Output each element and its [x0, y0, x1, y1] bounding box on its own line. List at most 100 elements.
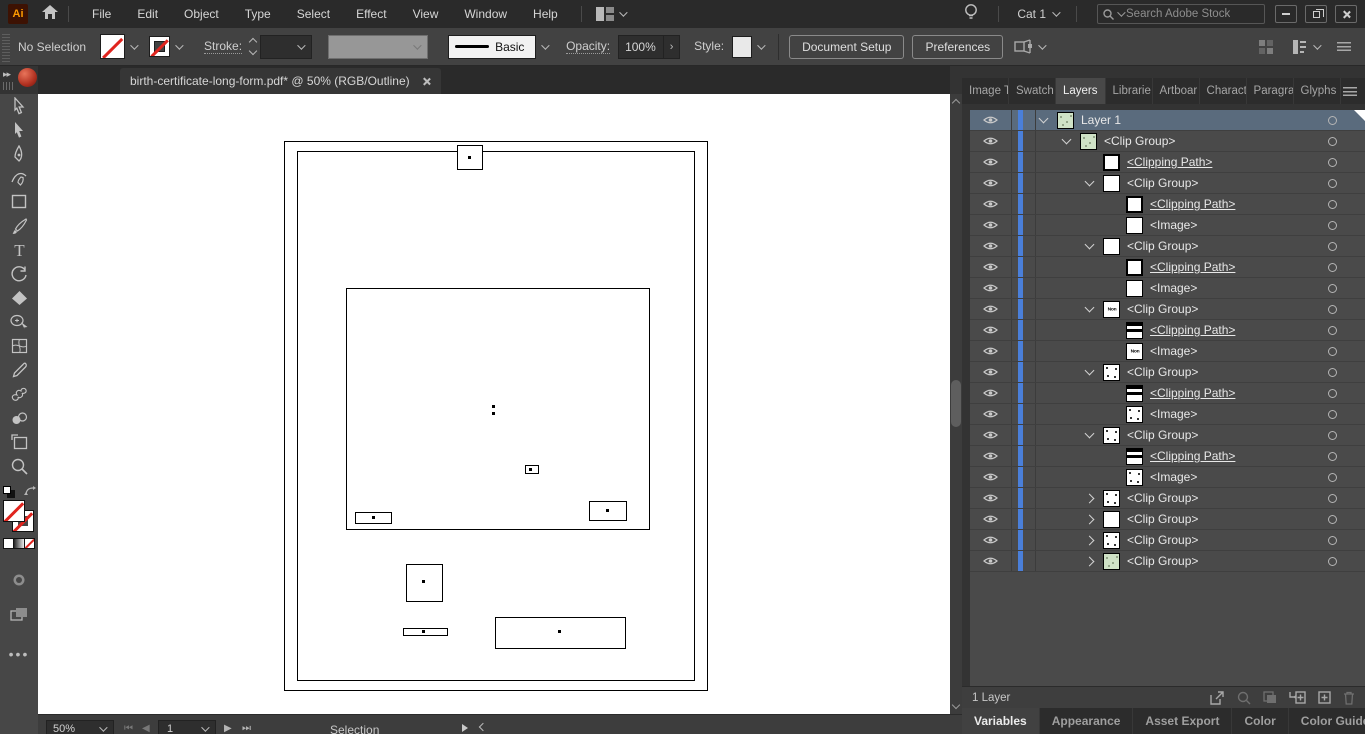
visibility-toggle[interactable]: [970, 236, 1012, 256]
visibility-toggle[interactable]: [970, 341, 1012, 361]
layer-thumbnail[interactable]: [1103, 553, 1120, 570]
layer-row[interactable]: Non <Image>: [970, 341, 1365, 362]
visibility-toggle[interactable]: [970, 299, 1012, 319]
layer-thumbnail[interactable]: [1126, 406, 1143, 423]
layer-row[interactable]: <Clip Group>: [970, 530, 1365, 551]
visibility-toggle[interactable]: [970, 110, 1012, 130]
target-indicator[interactable]: [1328, 557, 1337, 566]
layer-label[interactable]: <Clip Group>: [1127, 512, 1198, 526]
target-indicator[interactable]: [1328, 515, 1337, 524]
previous-artboard-icon[interactable]: ◀: [142, 723, 150, 734]
collapse-chevron-icon[interactable]: [1085, 303, 1095, 313]
layer-thumbnail[interactable]: [1126, 259, 1143, 276]
artwork-rectangle[interactable]: [406, 564, 443, 602]
graphic-style-preview[interactable]: [732, 36, 752, 58]
drawing-modes-icon[interactable]: [5, 568, 33, 592]
layer-thumbnail[interactable]: [1126, 448, 1143, 465]
layer-label[interactable]: <Clip Group>: [1127, 533, 1198, 547]
zoom-level-dropdown[interactable]: 50%: [46, 720, 114, 734]
panel-tab-glyphs[interactable]: Glyphs: [1294, 78, 1341, 104]
layer-label[interactable]: <Clip Group>: [1127, 428, 1198, 442]
panel-grip[interactable]: [3, 82, 15, 90]
layer-thumbnail[interactable]: [1126, 196, 1143, 213]
collapse-chevron-icon[interactable]: [1085, 177, 1095, 187]
panel-tab-charact[interactable]: Charact: [1200, 78, 1247, 104]
stroke-color-dropdown[interactable]: [170, 34, 186, 59]
target-indicator[interactable]: [1328, 137, 1337, 146]
target-indicator[interactable]: [1328, 347, 1337, 356]
collect-for-export-icon[interactable]: [1210, 691, 1225, 705]
eraser-tool[interactable]: [5, 286, 33, 310]
layer-label[interactable]: <Image>: [1150, 407, 1197, 421]
layer-row[interactable]: <Clip Group>: [970, 551, 1365, 572]
layer-label[interactable]: <Image>: [1150, 218, 1197, 232]
layer-label[interactable]: <Clipping Path>: [1150, 197, 1235, 211]
target-indicator[interactable]: [1328, 452, 1337, 461]
stroke-weight-label[interactable]: Stroke:: [204, 39, 242, 54]
layer-row[interactable]: <Clipping Path>: [970, 383, 1365, 404]
artwork-rectangle[interactable]: [403, 628, 448, 636]
discover-lightbulb-icon[interactable]: [964, 3, 978, 26]
stroke-color-swatch[interactable]: [149, 36, 170, 57]
artwork-rectangle[interactable]: [495, 617, 626, 649]
target-indicator[interactable]: [1328, 242, 1337, 251]
layer-thumbnail[interactable]: [1126, 469, 1143, 486]
panel-menu-icon[interactable]: [1343, 87, 1357, 96]
fill-color-swatch[interactable]: [100, 34, 125, 59]
artwork-anchor-dot[interactable]: [372, 516, 375, 519]
artwork-anchor-dot[interactable]: [468, 156, 471, 159]
document-setup-button[interactable]: Document Setup: [789, 35, 904, 59]
swap-fill-stroke-icon[interactable]: [24, 486, 36, 500]
visibility-toggle[interactable]: [970, 488, 1012, 508]
layer-thumbnail[interactable]: Non: [1126, 343, 1143, 360]
layer-label[interactable]: <Clip Group>: [1127, 302, 1198, 316]
layer-row[interactable]: <Clip Group>: [970, 425, 1365, 446]
layer-thumbnail[interactable]: [1126, 280, 1143, 297]
collapse-chevron-icon[interactable]: [1085, 429, 1095, 439]
layer-row[interactable]: <Image>: [970, 404, 1365, 425]
panel-tab-appearance[interactable]: Appearance: [1040, 708, 1134, 734]
layer-label[interactable]: <Clipping Path>: [1150, 449, 1235, 463]
panel-tab-paragra[interactable]: Paragra: [1247, 78, 1294, 104]
panel-tab-layers[interactable]: Layers: [1056, 78, 1106, 104]
visibility-toggle[interactable]: [970, 257, 1012, 277]
fill-swatch[interactable]: [3, 500, 25, 522]
artwork-anchor-dot[interactable]: [492, 405, 495, 408]
layer-label[interactable]: <Clip Group>: [1127, 365, 1198, 379]
layer-row[interactable]: <Clipping Path>: [970, 320, 1365, 341]
stroke-weight-dropdown[interactable]: [260, 35, 312, 59]
close-document-icon[interactable]: [422, 77, 431, 86]
layer-label[interactable]: <Image>: [1150, 344, 1197, 358]
default-fill-stroke-icon[interactable]: [3, 486, 15, 498]
scroll-up-icon[interactable]: [952, 99, 960, 107]
artboard-tool[interactable]: [5, 430, 33, 454]
panel-tab-asset-export[interactable]: Asset Export: [1133, 708, 1232, 734]
direct-selection-tool[interactable]: [5, 118, 33, 142]
layer-thumbnail[interactable]: [1103, 511, 1120, 528]
document-layout-icon[interactable]: [596, 7, 625, 21]
target-indicator[interactable]: [1328, 221, 1337, 230]
expand-chevron-icon[interactable]: [1085, 493, 1095, 503]
layer-label[interactable]: <Clip Group>: [1127, 239, 1198, 253]
layer-row[interactable]: <Clip Group>: [970, 362, 1365, 383]
layer-row[interactable]: <Clip Group>: [970, 488, 1365, 509]
layer-thumbnail[interactable]: [1126, 217, 1143, 234]
visibility-toggle[interactable]: [970, 467, 1012, 487]
pen-tool[interactable]: [5, 142, 33, 166]
layer-thumbnail[interactable]: [1057, 112, 1074, 129]
artwork-anchor-dot[interactable]: [529, 468, 532, 471]
menu-edit[interactable]: Edit: [124, 0, 171, 28]
layer-row[interactable]: Layer 1: [970, 110, 1365, 131]
artboard-canvas[interactable]: [38, 94, 950, 714]
panel-tab-artboar[interactable]: Artboar: [1153, 78, 1200, 104]
target-indicator[interactable]: [1328, 368, 1337, 377]
layer-label[interactable]: <Clipping Path>: [1127, 155, 1212, 169]
first-artboard-icon[interactable]: ⏮: [124, 723, 133, 734]
artwork-anchor-dot[interactable]: [422, 580, 425, 583]
layer-row[interactable]: <Clip Group>: [970, 131, 1365, 152]
panel-tab-variables[interactable]: Variables: [962, 708, 1040, 734]
status-bar-back-icon[interactable]: [479, 723, 487, 731]
visibility-toggle[interactable]: [970, 215, 1012, 235]
menu-effect[interactable]: Effect: [343, 0, 399, 28]
layer-label[interactable]: Layer 1: [1081, 113, 1121, 127]
